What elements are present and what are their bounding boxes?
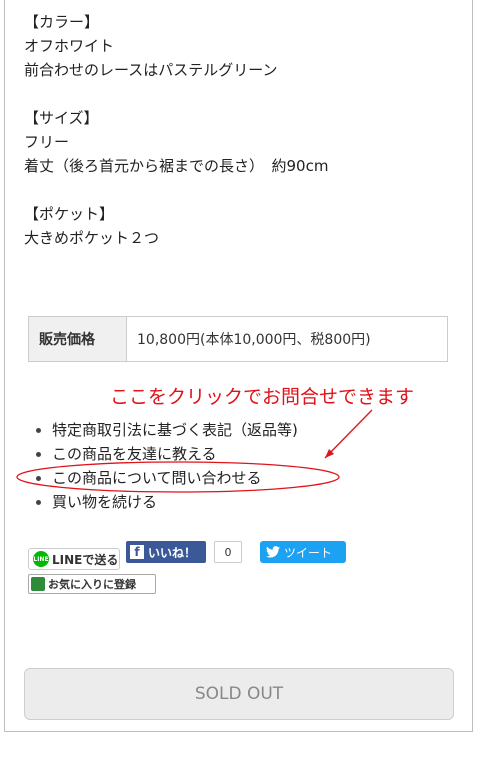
annotation-circle xyxy=(16,461,340,493)
add-favorite-label: お気に入りに登録 xyxy=(48,578,136,591)
line-icon: LINE xyxy=(33,551,49,567)
annotation-arrow xyxy=(324,409,373,459)
sold-out-button[interactable]: SOLD OUT xyxy=(24,668,454,720)
favorite-icon xyxy=(31,577,45,591)
tweet-label: ツイート xyxy=(284,545,333,560)
twitter-bird-icon xyxy=(266,546,280,558)
add-favorite-button[interactable]: お気に入りに登録 xyxy=(28,574,156,594)
facebook-like-button[interactable]: f いいね！ xyxy=(126,541,206,563)
like-count: 0 xyxy=(214,541,242,563)
line-share-button[interactable]: LINE LINEで送る xyxy=(28,548,120,570)
tweet-button[interactable]: ツイート xyxy=(260,541,346,563)
annotation-overlay xyxy=(16,409,373,493)
facebook-icon: f xyxy=(130,545,144,559)
facebook-like-label: いいね！ xyxy=(148,545,197,560)
line-share-label: LINEで送る xyxy=(52,552,119,567)
